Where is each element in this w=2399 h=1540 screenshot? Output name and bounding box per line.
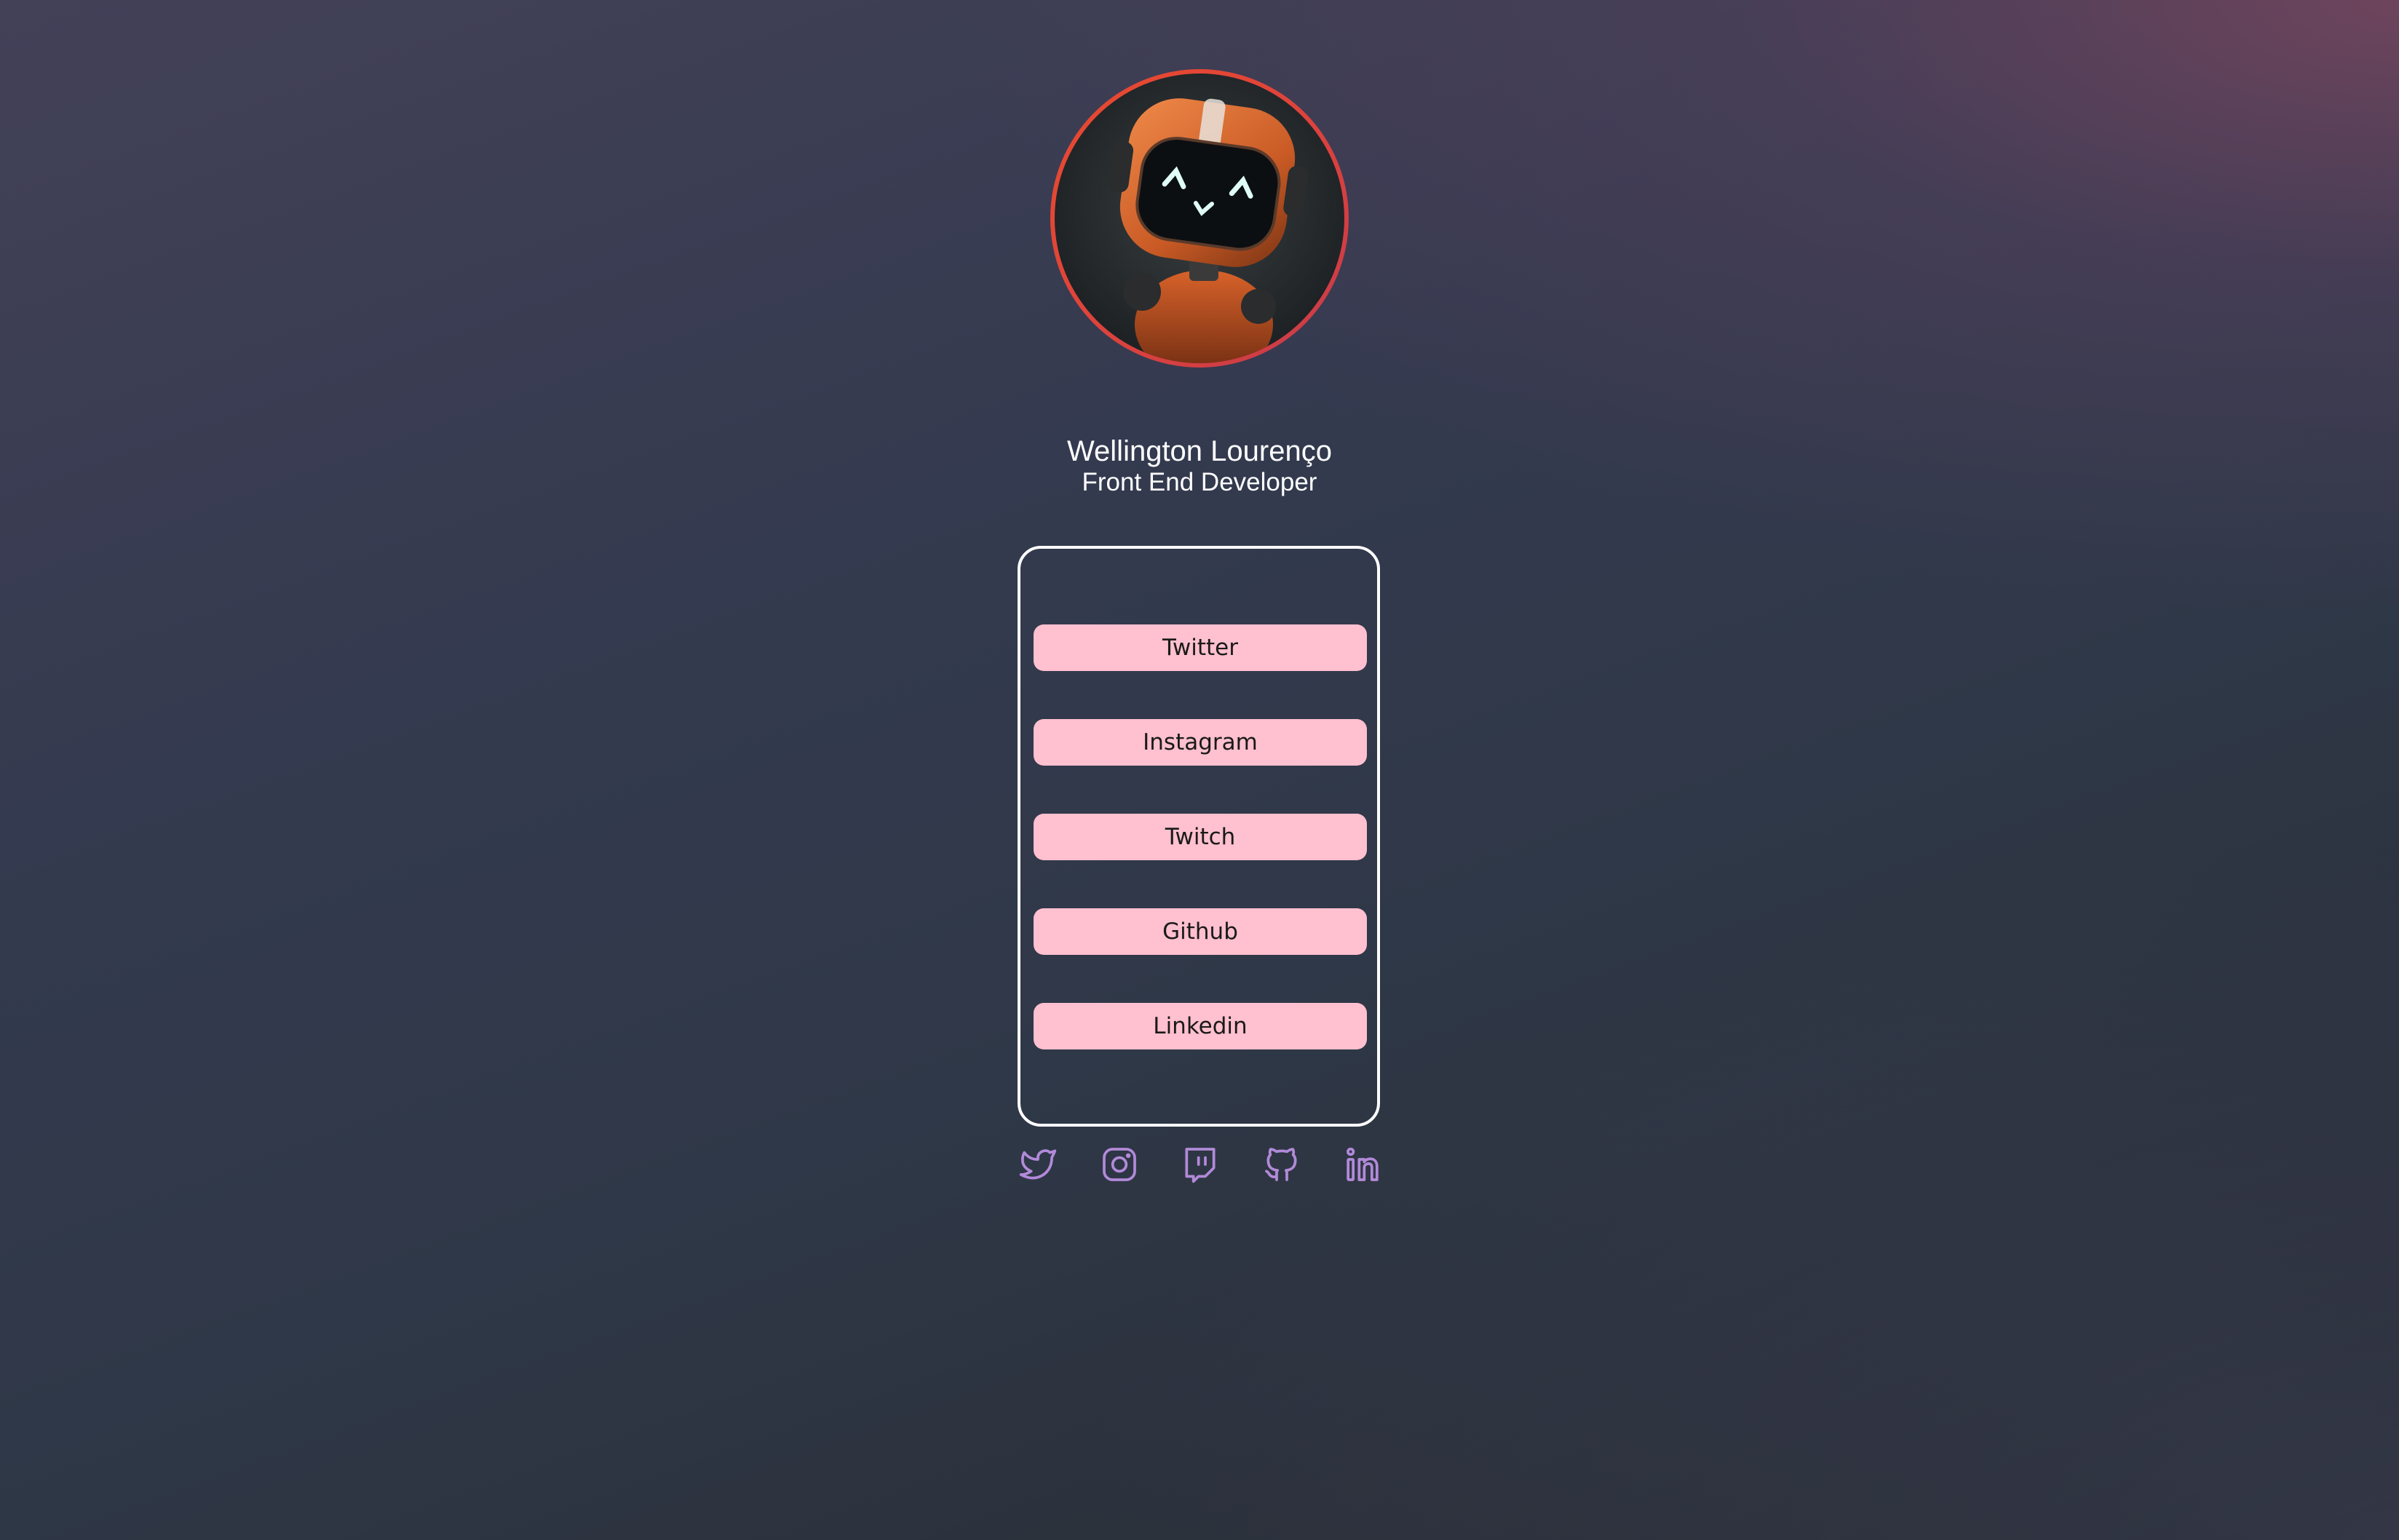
linkedin-link-button[interactable]: Linkedin: [1034, 1003, 1367, 1049]
instagram-link-button[interactable]: Instagram: [1034, 719, 1367, 766]
robot-avatar-image: [1055, 74, 1344, 363]
avatar: [1055, 74, 1344, 363]
linkedin-icon[interactable]: [1342, 1144, 1383, 1185]
github-icon[interactable]: [1261, 1144, 1302, 1185]
twitter-icon[interactable]: [1018, 1144, 1058, 1185]
profile-name: Wellington Lourenço: [1067, 435, 1332, 467]
avatar-ring: [1050, 69, 1349, 368]
github-link-button[interactable]: Github: [1034, 908, 1367, 955]
profile-role: Front End Developer: [1082, 468, 1317, 496]
twitch-link-button[interactable]: Twitch: [1034, 814, 1367, 860]
twitch-icon[interactable]: [1180, 1144, 1221, 1185]
social-icons-row: [1018, 1144, 1380, 1188]
instagram-icon[interactable]: [1099, 1144, 1140, 1185]
twitter-link-button[interactable]: Twitter: [1034, 624, 1367, 671]
links-card: Twitter Instagram Twitch Github Linkedin: [1018, 546, 1380, 1127]
